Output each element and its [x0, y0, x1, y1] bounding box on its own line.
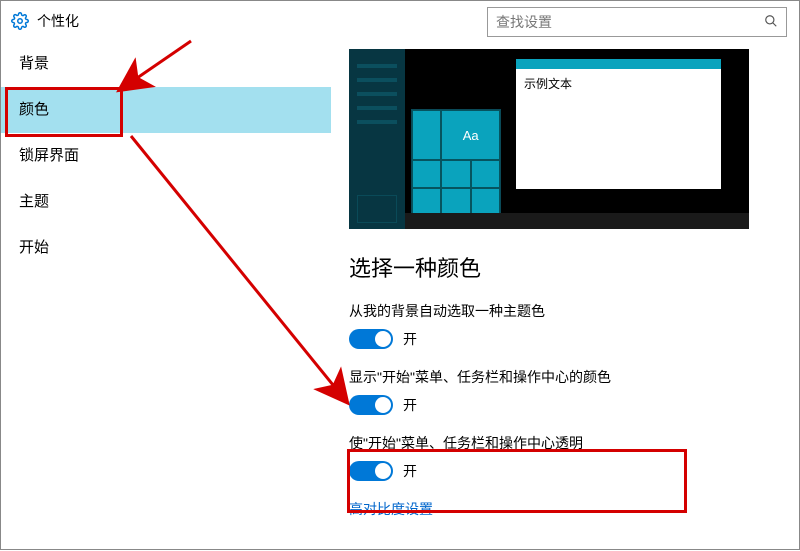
sidebar-item-label: 开始 — [19, 239, 49, 256]
toggle-show-color[interactable] — [349, 395, 393, 415]
high-contrast-link[interactable]: 高对比度设置 — [349, 499, 799, 519]
sidebar-item-background[interactable]: 背景 — [1, 41, 331, 87]
toggle-state-label: 开 — [403, 395, 417, 415]
content-pane: Aa 示例文本 选择一种颜色 从我的背景自动选取一种主题色 开 显示"开始"菜单… — [331, 41, 799, 549]
search-box[interactable] — [487, 7, 787, 37]
setting-auto-accent: 从我的背景自动选取一种主题色 开 — [349, 301, 799, 349]
toggle-auto-accent[interactable] — [349, 329, 393, 349]
color-preview: Aa 示例文本 — [349, 49, 749, 229]
preview-tile-label: Aa — [441, 110, 500, 160]
toggle-state-label: 开 — [403, 461, 417, 481]
sidebar-item-lockscreen[interactable]: 锁屏界面 — [1, 133, 331, 179]
preview-sample-text: 示例文本 — [524, 77, 572, 91]
toggle-transparency[interactable] — [349, 461, 393, 481]
search-input[interactable] — [496, 14, 764, 30]
sidebar-item-theme[interactable]: 主题 — [1, 179, 331, 225]
sidebar-item-label: 主题 — [19, 193, 49, 210]
sidebar: 背景 颜色 锁屏界面 主题 开始 — [1, 41, 331, 549]
setting-label: 显示"开始"菜单、任务栏和操作中心的颜色 — [349, 367, 799, 387]
toggle-state-label: 开 — [403, 329, 417, 349]
setting-show-color: 显示"开始"菜单、任务栏和操作中心的颜色 开 — [349, 367, 799, 415]
search-icon — [764, 14, 778, 31]
setting-label: 使"开始"菜单、任务栏和操作中心透明 — [349, 433, 799, 453]
sidebar-item-color[interactable]: 颜色 — [1, 87, 331, 133]
sidebar-item-start[interactable]: 开始 — [1, 225, 331, 271]
gear-icon — [11, 12, 29, 30]
section-title: 选择一种颜色 — [349, 251, 799, 283]
sidebar-item-label: 锁屏界面 — [19, 147, 79, 164]
sidebar-item-label: 颜色 — [19, 101, 49, 118]
preview-window: 示例文本 — [516, 59, 721, 189]
setting-transparency: 使"开始"菜单、任务栏和操作中心透明 开 — [349, 433, 799, 481]
page-title: 个性化 — [37, 11, 79, 31]
setting-label: 从我的背景自动选取一种主题色 — [349, 301, 799, 321]
sidebar-item-label: 背景 — [19, 55, 49, 72]
